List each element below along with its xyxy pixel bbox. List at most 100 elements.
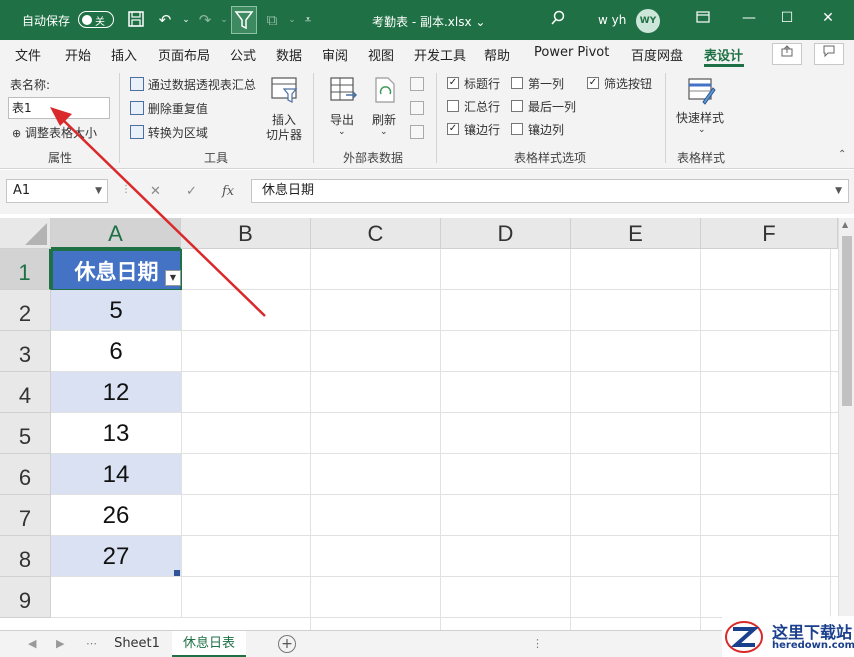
column-header-b[interactable]: B bbox=[181, 218, 311, 249]
header-row-checkbox[interactable]: ✓ bbox=[447, 77, 459, 89]
table-cell[interactable]: 13 bbox=[51, 413, 182, 454]
cancel-icon[interactable]: ✕ bbox=[150, 184, 161, 199]
tab-review[interactable]: 审阅 bbox=[322, 45, 348, 64]
table-header-cell[interactable]: 休息日期 bbox=[51, 249, 182, 291]
document-title[interactable]: 考勤表 - 副本.xlsx ⌄ bbox=[372, 13, 485, 30]
tab-file[interactable]: 文件 bbox=[15, 45, 41, 64]
unlink-icon[interactable] bbox=[410, 125, 424, 139]
empty-cell[interactable] bbox=[51, 577, 182, 618]
row-header-7[interactable]: 7 bbox=[0, 495, 51, 536]
banded-columns-checkbox[interactable] bbox=[511, 123, 523, 135]
tab-table-design[interactable]: 表设计 bbox=[704, 45, 743, 64]
tab-insert[interactable]: 插入 bbox=[111, 45, 137, 64]
formula-input[interactable]: 休息日期 ▼ bbox=[251, 179, 849, 203]
export-button[interactable]: 导出 ⌄ bbox=[326, 75, 360, 145]
table-cell[interactable]: 6 bbox=[51, 331, 182, 372]
table-cell[interactable]: 14 bbox=[51, 454, 182, 495]
table-name-input[interactable]: 表1 bbox=[8, 97, 110, 119]
column-header-d[interactable]: D bbox=[441, 218, 571, 249]
total-row-checkbox[interactable] bbox=[447, 100, 459, 112]
save-icon[interactable] bbox=[126, 10, 146, 30]
avatar[interactable]: WY bbox=[636, 9, 660, 33]
row-header-2[interactable]: 2 bbox=[0, 290, 51, 331]
external-data-group-title: 外部表数据 bbox=[343, 151, 404, 165]
sheet-tab-sheet1[interactable]: Sheet1 bbox=[104, 631, 170, 657]
minimize-icon[interactable]: — bbox=[739, 10, 759, 26]
customize-qat-icon[interactable]: ⩡ bbox=[298, 10, 318, 30]
row-header-6[interactable]: 6 bbox=[0, 454, 51, 495]
filter-icon[interactable] bbox=[231, 6, 257, 34]
name-box-dropdown-icon[interactable]: ▼ bbox=[95, 180, 102, 202]
prev-sheet-icon[interactable]: ◀ bbox=[28, 637, 36, 650]
banded-rows-checkbox[interactable]: ✓ bbox=[447, 123, 459, 135]
table-cell[interactable]: 27 bbox=[51, 536, 182, 577]
table-cell[interactable]: 5 bbox=[51, 290, 182, 331]
tab-formulas[interactable]: 公式 bbox=[230, 45, 256, 64]
close-icon[interactable]: ✕ bbox=[818, 10, 838, 26]
row-header-5[interactable]: 5 bbox=[0, 413, 51, 454]
autosave-toggle[interactable]: 关 bbox=[78, 11, 114, 28]
row-header-9[interactable]: 9 bbox=[0, 577, 51, 618]
last-column-checkbox[interactable] bbox=[511, 100, 523, 112]
table-cell[interactable]: 26 bbox=[51, 495, 182, 536]
tab-power-pivot[interactable]: Power Pivot bbox=[534, 45, 609, 60]
collapse-ribbon-icon[interactable]: ⌃ bbox=[838, 149, 846, 160]
undo-dropdown-icon[interactable]: ⌄ bbox=[176, 10, 196, 30]
share-button[interactable] bbox=[772, 43, 802, 65]
name-box[interactable]: A1 ▼ bbox=[6, 179, 108, 203]
scrollbar-thumb[interactable] bbox=[842, 236, 852, 406]
formula-bar-grip-icon[interactable]: ⋮ bbox=[121, 184, 131, 195]
convert-to-range-button[interactable]: 转换为区域 bbox=[130, 124, 208, 141]
user-name[interactable]: w yh bbox=[598, 13, 626, 27]
remove-duplicates-button[interactable]: 删除重复值 bbox=[130, 100, 208, 117]
properties-small-icon[interactable] bbox=[410, 77, 424, 91]
filter-button-checkbox[interactable]: ✓ bbox=[587, 77, 599, 89]
quick-styles-button[interactable]: 快速样式 ⌄ bbox=[674, 75, 728, 145]
next-sheet-icon[interactable]: ▶ bbox=[56, 637, 64, 650]
column-header-f[interactable]: F bbox=[701, 218, 838, 249]
sheet-tabs-more-icon[interactable]: ⋯ bbox=[86, 637, 97, 650]
tab-baidu-netdisk[interactable]: 百度网盘 bbox=[631, 45, 683, 64]
group-separator bbox=[436, 73, 437, 163]
resize-table-button[interactable]: ⊕ 调整表格大小 bbox=[12, 124, 97, 141]
hscroll-grip-icon[interactable]: ⋮ bbox=[532, 637, 543, 650]
tab-home[interactable]: 开始 bbox=[65, 45, 91, 64]
open-in-browser-icon[interactable] bbox=[410, 101, 424, 115]
filter-dropdown-icon[interactable]: ▼ bbox=[165, 270, 181, 286]
table-resize-handle[interactable] bbox=[174, 570, 180, 576]
redo-icon[interactable]: ↷ bbox=[195, 10, 215, 30]
undo-icon[interactable]: ↶ bbox=[155, 10, 175, 30]
refresh-button[interactable]: 刷新 ⌄ bbox=[368, 75, 402, 145]
shapes-icon[interactable]: ⧉ bbox=[262, 10, 282, 30]
insert-slicer-button[interactable]: 插入 切片器 bbox=[264, 75, 308, 145]
vertical-scrollbar[interactable]: ▲ bbox=[838, 218, 854, 630]
select-all-button[interactable] bbox=[0, 218, 51, 249]
row-header-1[interactable]: 1 bbox=[0, 249, 51, 290]
scroll-up-icon[interactable]: ▲ bbox=[842, 220, 848, 229]
sheet-tab-rest-days[interactable]: 休息日表 bbox=[172, 631, 246, 657]
maximize-icon[interactable]: ☐ bbox=[777, 10, 797, 26]
row-header-3[interactable]: 3 bbox=[0, 331, 51, 372]
tab-view[interactable]: 视图 bbox=[368, 45, 394, 64]
first-column-checkbox[interactable] bbox=[511, 77, 523, 89]
row-header-8[interactable]: 8 bbox=[0, 536, 51, 577]
row-header-4[interactable]: 4 bbox=[0, 372, 51, 413]
tab-data[interactable]: 数据 bbox=[276, 45, 302, 64]
expand-formula-icon[interactable]: ▼ bbox=[835, 180, 842, 202]
column-header-c[interactable]: C bbox=[311, 218, 441, 249]
column-header-a[interactable]: A bbox=[51, 218, 181, 249]
tab-page-layout[interactable]: 页面布局 bbox=[158, 45, 210, 64]
ribbon-display-icon[interactable] bbox=[693, 10, 713, 28]
add-sheet-icon[interactable]: + bbox=[278, 635, 296, 653]
tab-help[interactable]: 帮助 bbox=[484, 45, 510, 64]
comments-button[interactable] bbox=[814, 43, 844, 65]
insert-function-icon[interactable]: fx bbox=[222, 184, 234, 199]
enter-icon[interactable]: ✓ bbox=[186, 184, 197, 199]
empty-cells[interactable] bbox=[181, 249, 838, 630]
table-cell[interactable]: 12 bbox=[51, 372, 182, 413]
summarize-pivot-button[interactable]: 通过数据透视表汇总 bbox=[130, 76, 256, 93]
search-icon[interactable] bbox=[548, 10, 568, 30]
worksheet-grid[interactable]: A B C D E F 1 2 3 4 5 6 7 8 9 休息日期 ▼ 5 6… bbox=[0, 218, 838, 630]
column-header-e[interactable]: E bbox=[571, 218, 701, 249]
tab-developer[interactable]: 开发工具 bbox=[414, 45, 466, 64]
